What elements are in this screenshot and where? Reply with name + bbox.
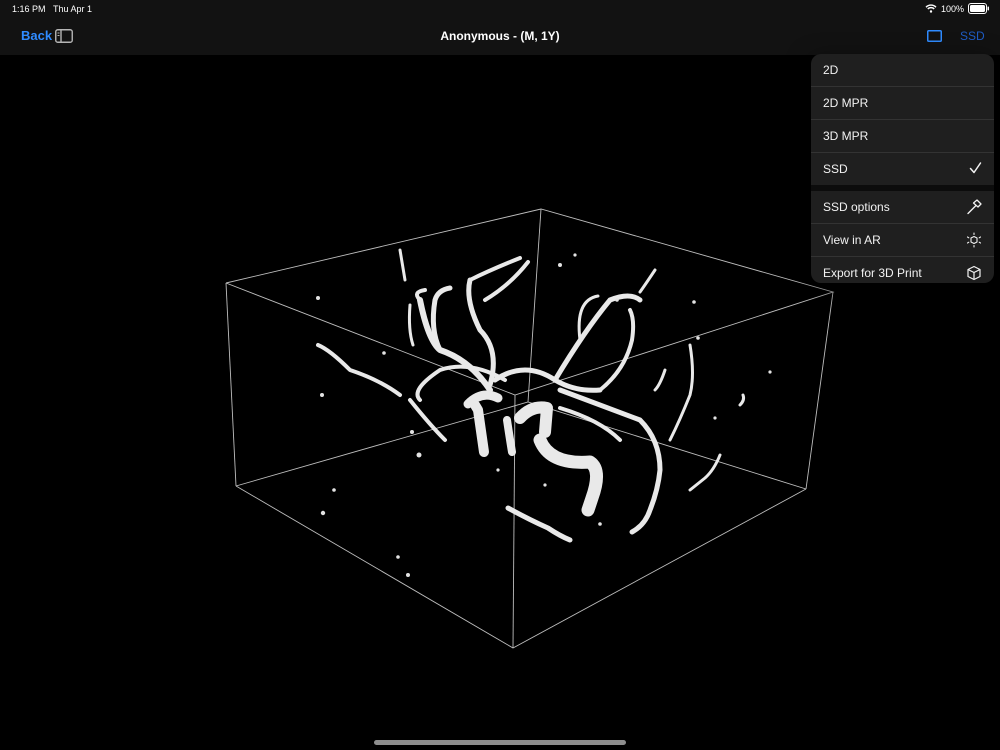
menu-item-export-3d-print[interactable]: Export for 3D Print [811,257,994,283]
ar-cube-icon [966,232,982,248]
menu-item-label: Export for 3D Print [823,266,922,280]
page-title: Anonymous - (M, 1Y) [440,29,560,43]
view-mode-button[interactable]: SSD [960,29,985,43]
bounding-box [225,208,835,649]
single-view-icon[interactable] [927,30,942,42]
hammer-icon [967,199,982,215]
menu-item-label: 2D MPR [823,96,869,110]
status-time: 1:16 PM [12,4,46,14]
nav-bar: Back Anonymous - (M, 1Y) SSD [0,20,1000,55]
menu-item-ssd-options[interactable]: SSD options [811,191,994,224]
menu-item-ssd[interactable]: SSD [811,153,994,185]
vessel-rendering [316,248,746,543]
menu-item-label: SSD options [823,200,890,214]
menu-item-2d[interactable]: 2D [811,54,994,87]
menu-item-label: 3D MPR [823,129,869,143]
status-bar: 1:16 PM Thu Apr 1 100% [0,0,1000,20]
menu-item-label: 2D [823,63,839,77]
menu-item-label: SSD [823,162,848,176]
cube-icon [967,265,981,281]
battery-icon [968,3,989,14]
back-button[interactable]: Back [21,28,52,43]
checkmark-icon [969,162,982,174]
menu-item-3d-mpr[interactable]: 3D MPR [811,120,994,153]
menu-item-view-in-ar[interactable]: View in AR [811,224,994,257]
wifi-icon [925,4,937,13]
sidebar-toggle-icon[interactable] [55,29,73,43]
menu-item-label: View in AR [823,233,881,247]
view-mode-menu: 2D 2D MPR 3D MPR SSD SSD options View in… [811,54,994,283]
status-indicators: 100% [925,3,990,14]
menu-item-2d-mpr[interactable]: 2D MPR [811,87,994,120]
status-date: Thu Apr 1 [53,4,93,14]
battery-percent: 100% [940,3,964,14]
home-indicator[interactable] [374,740,626,745]
